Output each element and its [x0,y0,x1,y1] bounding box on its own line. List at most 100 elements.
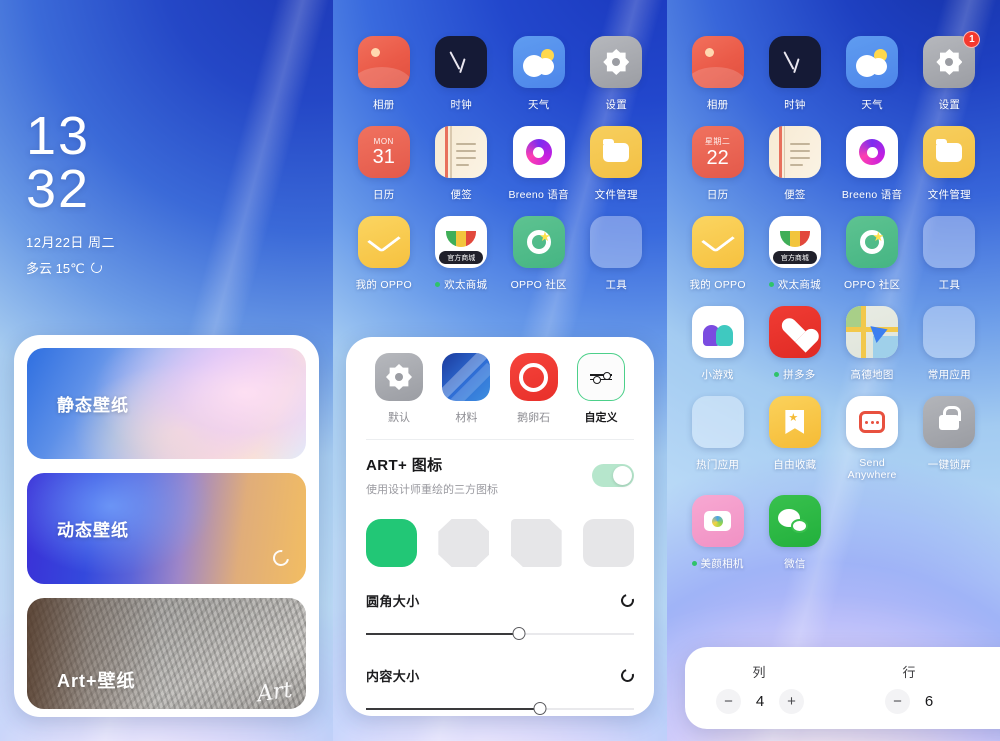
breeno-voice-icon [512,126,565,178]
my-oppo-icon [691,216,744,268]
grid-layout-sheet: 列 − 4 + 行 − 6 [685,647,1000,729]
style-tab-default[interactable]: 默认 [368,353,430,425]
content-size-control: 内容大小 [364,666,637,717]
wallpaper-sheet: 静态壁纸 动态壁纸 Art+壁纸 Art [14,335,319,717]
app-label: 常用应用 [927,369,971,381]
app-tile-weather[interactable]: 天气 [834,36,911,112]
send-anywhere-icon [846,396,899,448]
app-tile-one-tap-lock[interactable]: 一键锁屏 [911,396,988,481]
app-label: 一键锁屏 [927,459,971,471]
slider-knob[interactable] [533,702,547,715]
wallpaper-card-art[interactable]: Art+壁纸 Art [27,598,306,709]
oppo-community-icon: ★ [846,216,899,268]
app-tile-breeno[interactable]: Breeno 语音 [500,126,578,202]
app-label: 欢太商城 [435,277,487,292]
tools-folder-icon [923,216,976,268]
rows-minus-button[interactable]: − [885,689,910,714]
notes-icon [768,126,821,178]
app-tile-photos[interactable]: 相册 [679,36,756,112]
app-tile-clock[interactable]: 时钟 [756,36,833,112]
shape-swatch-rounded-square[interactable] [366,519,417,567]
app-label: 相册 [372,99,395,111]
app-tile-oppo-community[interactable]: ★ OPPO 社区 [834,216,911,292]
app-label: 天气 [861,99,883,111]
app-tile-oppo-community[interactable]: ★ OPPO 社区 [500,216,578,292]
wechat-icon [768,495,821,548]
common-apps-folder-icon [923,306,976,358]
style-tab-custom[interactable]: 自定义 [570,353,632,425]
app-tile-settings[interactable]: 设置 [578,36,656,112]
file-manager-icon [923,126,976,178]
reset-icon[interactable] [618,666,637,685]
wallpaper-card-static[interactable]: 静态壁纸 [27,348,306,459]
app-tile-breeno[interactable]: Breeno 语音 [834,126,911,202]
app-tile-photos[interactable]: 相册 [345,36,423,112]
clock-weather[interactable]: 多云 15℃ [26,258,115,277]
app-tile-clock[interactable]: 时钟 [423,36,501,112]
app-tile-wechat[interactable]: 微信 [756,495,833,571]
art-plus-icons-row[interactable]: ART+ 图标 使用设计师重绘的三方图标 [364,454,636,497]
app-label: Breeno 语音 [841,189,903,201]
style-tab-material[interactable]: 材料 [435,353,497,425]
app-tile-settings[interactable]: 1 设置 [911,31,988,112]
app-label: 自由收藏 [773,459,817,471]
photos-icon [691,36,744,88]
app-tile-send-anywhere[interactable]: Send Anywhere [834,396,911,481]
app-tile-my-oppo[interactable]: 我的 OPPO [679,216,756,292]
refresh-icon[interactable] [89,260,104,275]
app-label: 相册 [706,99,729,111]
app-tile-pinduoduo[interactable]: 拼多多 [756,306,833,382]
app-tile-notes[interactable]: 便签 [423,126,501,202]
wallpaper-card-live[interactable]: 动态壁纸 [27,473,306,584]
app-tile-my-oppo[interactable]: 我的 OPPO [345,216,423,292]
sheet-divider [366,439,634,440]
style-tab-pebble[interactable]: 鹅卵石 [503,353,565,425]
app-tile-files[interactable]: 文件管理 [578,126,656,202]
settings-icon [590,36,643,88]
slider-knob[interactable] [512,627,526,640]
shape-swatch-squircle[interactable] [582,519,634,567]
app-label: 设置 [605,99,628,111]
app-label: 拼多多 [774,367,815,382]
content-size-slider[interactable] [366,701,634,717]
weather-text: 多云 15℃ [26,260,85,276]
app-tile-tools-folder[interactable]: 工具 [578,216,656,292]
app-tile-notes[interactable]: 便签 [756,126,833,202]
app-tile-amap[interactable]: 高德地图 [834,306,911,382]
reset-icon[interactable] [618,591,637,610]
app-tile-calendar[interactable]: MON 31 日历 [345,126,423,202]
columns-minus-button[interactable]: − [716,689,741,714]
app-tile-hot-apps-folder[interactable]: 热门应用 [679,396,756,481]
shape-swatch-cut-corner[interactable] [510,519,562,567]
app-label: 文件管理 [594,189,638,201]
app-tile-tools-folder[interactable]: 工具 [911,216,988,292]
app-label: 日历 [372,189,395,201]
calendar-weekday: 星期二 [704,137,731,146]
weather-icon [846,36,899,88]
shape-swatch-octagon[interactable] [438,519,490,567]
style-tab-label: 默认 [388,412,410,424]
app-tile-huantai-store[interactable]: 官方商城 欢太商城 [756,216,833,292]
app-tile-common-apps-folder[interactable]: 常用应用 [911,306,988,382]
weather-icon [512,36,565,88]
calendar-icon: 星期二 22 [691,126,744,178]
app-label: 工具 [938,279,961,291]
notes-icon [435,126,488,178]
app-tile-weather[interactable]: 天气 [500,36,578,112]
rows-label: 行 [902,665,918,680]
app-tile-mini-games[interactable]: 小游戏 [679,306,756,382]
clock-minutes: 32 [26,158,91,219]
columns-plus-button[interactable]: + [779,689,804,714]
app-tile-files[interactable]: 文件管理 [911,126,988,202]
app-tile-beauty-camera[interactable]: 美颜相机 [679,495,756,571]
wallpaper-card-label: 动态壁纸 [57,521,129,540]
app-tile-calendar[interactable]: 星期二 22 日历 [679,126,756,202]
one-tap-lock-icon [923,396,976,448]
corner-radius-control: 圆角大小 [364,591,637,642]
corner-radius-slider[interactable] [366,626,634,642]
art-plus-toggle[interactable] [592,464,634,487]
app-tile-huantai-store[interactable]: 官方商城 欢太商城 [423,216,501,292]
clock-widget[interactable]: 13 32 12月22日 周二 多云 15℃ [26,109,115,277]
notification-dot [768,282,774,287]
app-tile-free-favorites[interactable]: 自由收藏 [756,396,833,481]
